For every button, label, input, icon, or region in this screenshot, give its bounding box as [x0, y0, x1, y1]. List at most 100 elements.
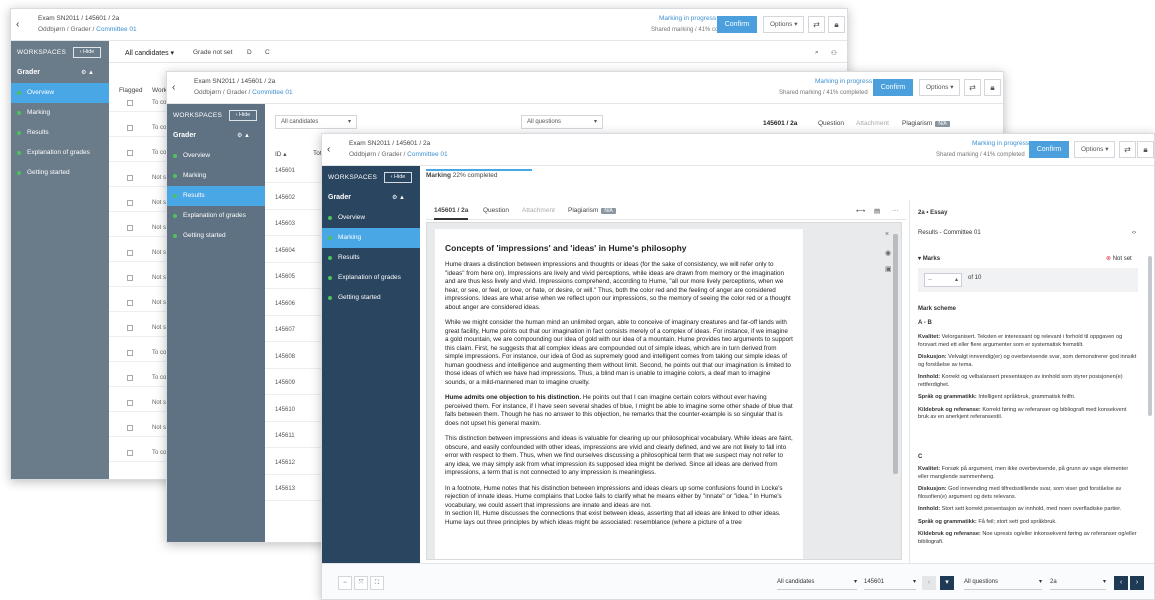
flag-checkbox[interactable]: [127, 250, 133, 256]
tab-id[interactable]: 145601 / 2a: [763, 120, 797, 127]
sidebar-item-results[interactable]: Results: [11, 123, 109, 143]
flag-checkbox[interactable]: [127, 300, 133, 306]
flag-checkbox[interactable]: [127, 150, 133, 156]
confirm-button[interactable]: Confirm: [873, 79, 913, 96]
committee-link[interactable]: Committee 01: [407, 151, 447, 158]
footer-question-select[interactable]: 2a ▾: [1050, 576, 1106, 590]
gear-icon[interactable]: ⚙ ▲: [237, 132, 250, 139]
footer-questions-select[interactable]: All questions ▾: [964, 576, 1042, 590]
committee-link[interactable]: Committee 01: [96, 26, 136, 33]
sidebar-item-marking[interactable]: Marking: [167, 166, 265, 186]
tab-question[interactable]: Question: [818, 120, 844, 127]
committee-link[interactable]: Committee 01: [252, 89, 292, 96]
table-row[interactable]: 145613: [275, 486, 295, 492]
filter-all-candidates[interactable]: All candidates ▾: [125, 49, 174, 57]
table-row[interactable]: 145601: [275, 168, 295, 174]
document-icon[interactable]: ▤: [874, 207, 880, 215]
scrollbar[interactable]: [893, 234, 898, 474]
lock-icon[interactable]: 🔒︎: [828, 16, 845, 33]
confirm-button[interactable]: Confirm: [1029, 141, 1069, 158]
filter-grade-not-set[interactable]: Grade not set: [193, 49, 232, 56]
prev-question-button[interactable]: ‹: [1114, 576, 1128, 590]
table-row[interactable]: 145605: [275, 274, 295, 280]
sidebar-item-explanation[interactable]: Explanation of grades: [167, 206, 265, 226]
flag-checkbox[interactable]: [127, 400, 133, 406]
sidebar-item-marking[interactable]: Marking: [322, 228, 420, 248]
search-icon[interactable]: ⌕: [815, 49, 819, 57]
tab-plagiarism[interactable]: Plagiarism N/A: [568, 207, 616, 214]
users-icon[interactable]: ⚇: [831, 49, 837, 57]
sidebar-item-getting-started[interactable]: Getting started: [322, 288, 420, 308]
col-id[interactable]: ID ▴: [275, 150, 287, 158]
marks-input[interactable]: -- ▴: [924, 273, 962, 287]
next-candidate-button[interactable]: ▾: [940, 576, 954, 590]
marks-label[interactable]: ▾ Marks: [918, 255, 940, 262]
tab-attachment[interactable]: Attachment: [522, 207, 555, 214]
chevron-left-icon[interactable]: ‹: [16, 19, 26, 30]
flag-checkbox[interactable]: [127, 425, 133, 431]
sidebar-item-explanation[interactable]: Explanation of grades: [322, 268, 420, 288]
tab-id[interactable]: 145601 / 2a: [434, 207, 469, 220]
footer-id-select[interactable]: 145601 ▾: [864, 576, 916, 590]
filter-d[interactable]: D: [247, 49, 252, 56]
candidates-select[interactable]: All candidates ▾: [275, 115, 357, 129]
confirm-button[interactable]: Confirm: [717, 16, 757, 33]
sidebar-item-results[interactable]: Results: [322, 248, 420, 268]
fit-icon[interactable]: ⤧: [354, 576, 368, 590]
footer-candidates-select[interactable]: All candidates ▾: [777, 576, 857, 590]
swap-icon[interactable]: ⇄: [808, 16, 825, 33]
flag-checkbox[interactable]: [127, 200, 133, 206]
table-row[interactable]: 145604: [275, 248, 295, 254]
tab-attachment[interactable]: Attachment: [856, 120, 889, 127]
flag-checkbox[interactable]: [127, 100, 133, 106]
hide-button[interactable]: ‹ Hide: [384, 172, 412, 183]
filter-c[interactable]: C: [265, 49, 270, 56]
more-icon[interactable]: ···: [892, 207, 899, 214]
flag-checkbox[interactable]: [127, 125, 133, 131]
gear-icon[interactable]: ⚙ ▲: [81, 69, 94, 76]
next-question-button[interactable]: ›: [1130, 576, 1144, 590]
note-icon[interactable]: ▣: [885, 265, 892, 273]
minus-icon[interactable]: −: [338, 576, 352, 590]
sidebar-item-getting-started[interactable]: Getting started: [11, 163, 109, 183]
table-row[interactable]: 145608: [275, 354, 295, 360]
table-row[interactable]: 145607: [275, 327, 295, 333]
gear-icon[interactable]: ⚙ ▲: [392, 194, 405, 201]
flag-checkbox[interactable]: [127, 375, 133, 381]
table-row[interactable]: 145603: [275, 221, 295, 227]
panel-scrollbar[interactable]: [1148, 256, 1152, 416]
sidebar-item-explanation[interactable]: Explanation of grades: [11, 143, 109, 163]
flag-checkbox[interactable]: [127, 350, 133, 356]
swap-icon[interactable]: ⇄: [964, 79, 981, 96]
table-row[interactable]: 145606: [275, 301, 295, 307]
collapse-icon[interactable]: ‹›: [1132, 230, 1136, 236]
flag-checkbox[interactable]: [127, 225, 133, 231]
sidebar-item-overview[interactable]: Overview: [322, 208, 420, 228]
flag-checkbox[interactable]: [127, 275, 133, 281]
chevron-left-icon[interactable]: ‹: [327, 144, 337, 155]
sidebar-item-getting-started[interactable]: Getting started: [167, 226, 265, 246]
lock-icon[interactable]: 🔒︎: [1137, 141, 1154, 158]
sidebar-item-results[interactable]: Results: [167, 186, 265, 206]
options-button[interactable]: Options ▾: [1074, 141, 1116, 158]
options-button[interactable]: Options ▾: [919, 79, 961, 96]
lock-icon[interactable]: 🔒︎: [984, 79, 1001, 96]
eye-icon[interactable]: ◉: [885, 249, 891, 257]
swap-icon[interactable]: ⇄: [1119, 141, 1136, 158]
hide-button[interactable]: ‹ Hide: [229, 110, 257, 121]
expand-icon[interactable]: ⟷: [856, 207, 865, 215]
hide-button[interactable]: ‹ Hide: [73, 47, 101, 58]
questions-select[interactable]: All questions ▾: [521, 115, 603, 129]
chevron-left-icon[interactable]: ‹: [172, 82, 182, 93]
flag-checkbox[interactable]: [127, 450, 133, 456]
table-row[interactable]: 145610: [275, 407, 295, 413]
table-row[interactable]: 145609: [275, 380, 295, 386]
table-row[interactable]: 145612: [275, 460, 295, 466]
tab-plagiarism[interactable]: Plagiarism N/A: [902, 120, 950, 127]
flag-checkbox[interactable]: [127, 325, 133, 331]
table-row[interactable]: 145602: [275, 195, 295, 201]
tab-question[interactable]: Question: [483, 207, 509, 214]
prev-candidate-button[interactable]: ‹: [922, 576, 936, 590]
close-icon[interactable]: ×: [885, 231, 889, 238]
sidebar-item-overview[interactable]: Overview: [167, 146, 265, 166]
